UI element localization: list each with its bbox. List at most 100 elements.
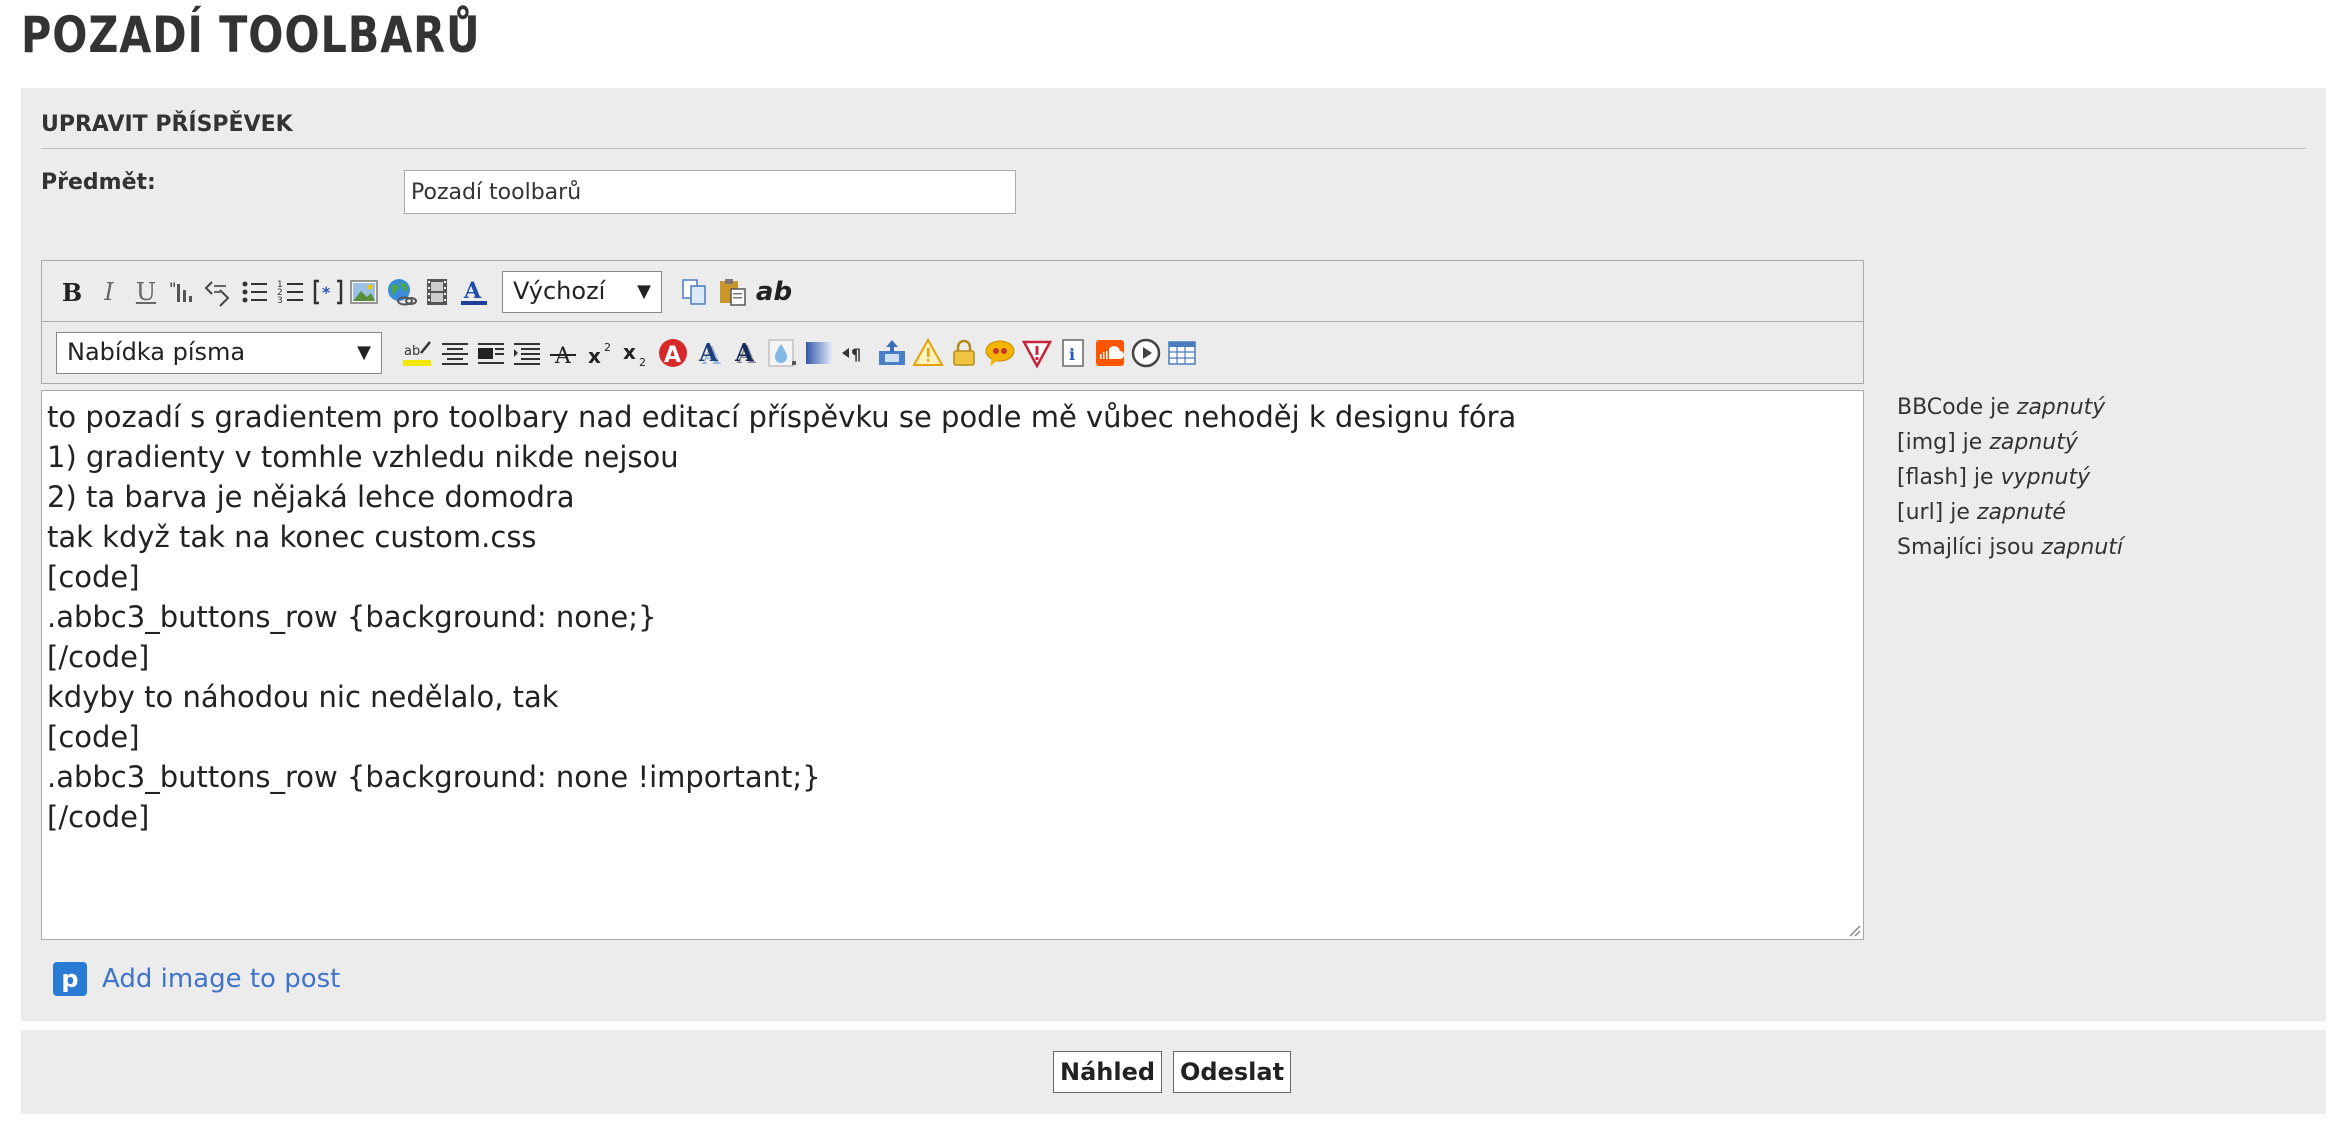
subscript-button[interactable]: x2 (620, 337, 652, 369)
water-drop-icon (768, 339, 796, 367)
numbered-list-button[interactable]: 123 (275, 276, 307, 308)
font-color-button[interactable]: A (458, 276, 490, 308)
bbcode-status-list: BBCode je zapnutý [img] je zapnutý [flas… (1897, 390, 2123, 565)
svg-text:ab: ab (404, 344, 420, 359)
media-button[interactable] (1130, 337, 1162, 369)
align-center-button[interactable] (439, 337, 471, 369)
superscript-icon: x2 (588, 341, 611, 368)
gradient-button[interactable] (803, 337, 835, 369)
rtl-direction-icon: ¶ (842, 345, 861, 364)
image-icon (350, 280, 378, 304)
message-line: kdyby to náhodou nic nedělalo, tak (47, 680, 559, 714)
warning-button[interactable] (912, 337, 944, 369)
hidden-button[interactable] (948, 337, 980, 369)
strikethrough-button[interactable]: A (547, 337, 579, 369)
subscript-icon: x2 (623, 340, 646, 369)
underline-button[interactable]: U (130, 276, 162, 308)
glow-text-icon: A (659, 339, 687, 368)
list-item-button[interactable]: * (312, 276, 344, 308)
svg-text:A: A (734, 338, 754, 367)
svg-text:3: 3 (277, 296, 283, 306)
message-line: .abbc3_buttons_row {background: none;} (47, 600, 657, 634)
svg-text:*: * (322, 283, 331, 302)
message-line: 1) gradienty v tomhle vzhledu nikde nejs… (47, 440, 679, 474)
upload-button[interactable] (876, 337, 908, 369)
video-button[interactable] (421, 276, 453, 308)
svg-text:¶: ¶ (851, 345, 861, 364)
paste-icon (720, 279, 746, 306)
film-icon (427, 279, 447, 305)
image-button[interactable] (348, 276, 380, 308)
play-circle-icon (1131, 338, 1161, 368)
message-line: [/code] (47, 640, 150, 674)
page-title: POZADÍ TOOLBARŮ (21, 6, 481, 64)
bullet-list-button[interactable] (239, 276, 271, 308)
table-button[interactable] (1166, 337, 1198, 369)
postimage-icon: p (53, 962, 87, 996)
glow-button[interactable]: A (657, 337, 689, 369)
svg-text:A: A (463, 278, 482, 304)
url-status: [url] je zapnuté (1897, 500, 2066, 525)
svg-text:A: A (664, 343, 681, 368)
info-button[interactable]: i (1057, 337, 1089, 369)
form-footer: Náhled Odeslat (21, 1030, 2326, 1114)
img-status: [img] je zapnutý (1897, 430, 2078, 455)
svg-text:x: x (623, 340, 636, 364)
speech-bubble-icon (985, 340, 1015, 366)
gradient-icon (806, 342, 832, 364)
font-family-select[interactable]: Nabídka písma ▼ (56, 332, 382, 374)
message-line: [code] (47, 720, 140, 754)
subject-input[interactable] (404, 170, 1016, 214)
message-line: [/code] (47, 800, 150, 834)
message-line: .abbc3_buttons_row {background: none !im… (47, 760, 821, 794)
indent-icon (514, 343, 540, 365)
font-size-select[interactable]: Výchozí ▼ (502, 271, 662, 313)
paste-button[interactable] (717, 276, 749, 308)
opacity-button[interactable] (766, 337, 798, 369)
message-line: [code] (47, 560, 140, 594)
font-size-value: Výchozí (513, 277, 606, 305)
float-button[interactable] (475, 337, 507, 369)
numbered-list-icon: 123 (277, 280, 303, 306)
speech-button[interactable] (984, 337, 1016, 369)
code-icon (204, 281, 230, 307)
svg-text:A: A (554, 344, 572, 369)
message-line: 2) ta barva je nějaká lehce domodra (47, 480, 575, 514)
message-textarea[interactable]: to pozadí s gradientem pro toolbary nad … (41, 390, 1864, 940)
svg-text:": " (169, 279, 176, 298)
highlight-button[interactable]: ab (401, 337, 433, 369)
spellcheck-button[interactable]: ab (755, 276, 793, 308)
highlight-icon: ab (403, 341, 431, 366)
submit-button[interactable]: Odeslat (1173, 1051, 1292, 1093)
subject-label: Předmět: (41, 170, 156, 195)
soundcloud-button[interactable] (1094, 337, 1126, 369)
font-family-value: Nabídka písma (67, 338, 246, 366)
resize-grip-icon[interactable] (1845, 921, 1861, 937)
warning-icon (912, 337, 944, 366)
svg-text:x: x (588, 344, 601, 368)
table-icon (1168, 341, 1196, 365)
indent-button[interactable] (511, 337, 543, 369)
shadow-button[interactable]: AA (694, 337, 726, 369)
url-button[interactable] (385, 276, 417, 308)
quote-button[interactable]: " (166, 276, 198, 308)
svg-text:2: 2 (639, 356, 646, 369)
preview-button[interactable]: Náhled (1053, 1051, 1163, 1093)
add-image-link[interactable]: p Add image to post (53, 962, 340, 996)
add-image-label: Add image to post (102, 964, 341, 994)
float-block-icon (478, 343, 504, 364)
italic-button[interactable]: I (93, 276, 125, 308)
direction-button[interactable]: ¶ (839, 337, 871, 369)
soundcloud-icon (1096, 340, 1124, 366)
lock-icon (953, 339, 975, 366)
superscript-button[interactable]: x2 (585, 337, 617, 369)
copy-button[interactable] (679, 276, 711, 308)
info-document-icon: i (1062, 339, 1084, 367)
dropshadow-button[interactable]: AA (730, 337, 762, 369)
code-button[interactable] (202, 276, 234, 308)
spoiler-button[interactable] (1021, 337, 1053, 369)
strikethrough-icon: A (550, 344, 576, 369)
dropdown-arrow-icon: ▼ (357, 342, 371, 363)
bold-button[interactable]: B (56, 276, 88, 308)
list-item-icon: * (313, 279, 343, 305)
